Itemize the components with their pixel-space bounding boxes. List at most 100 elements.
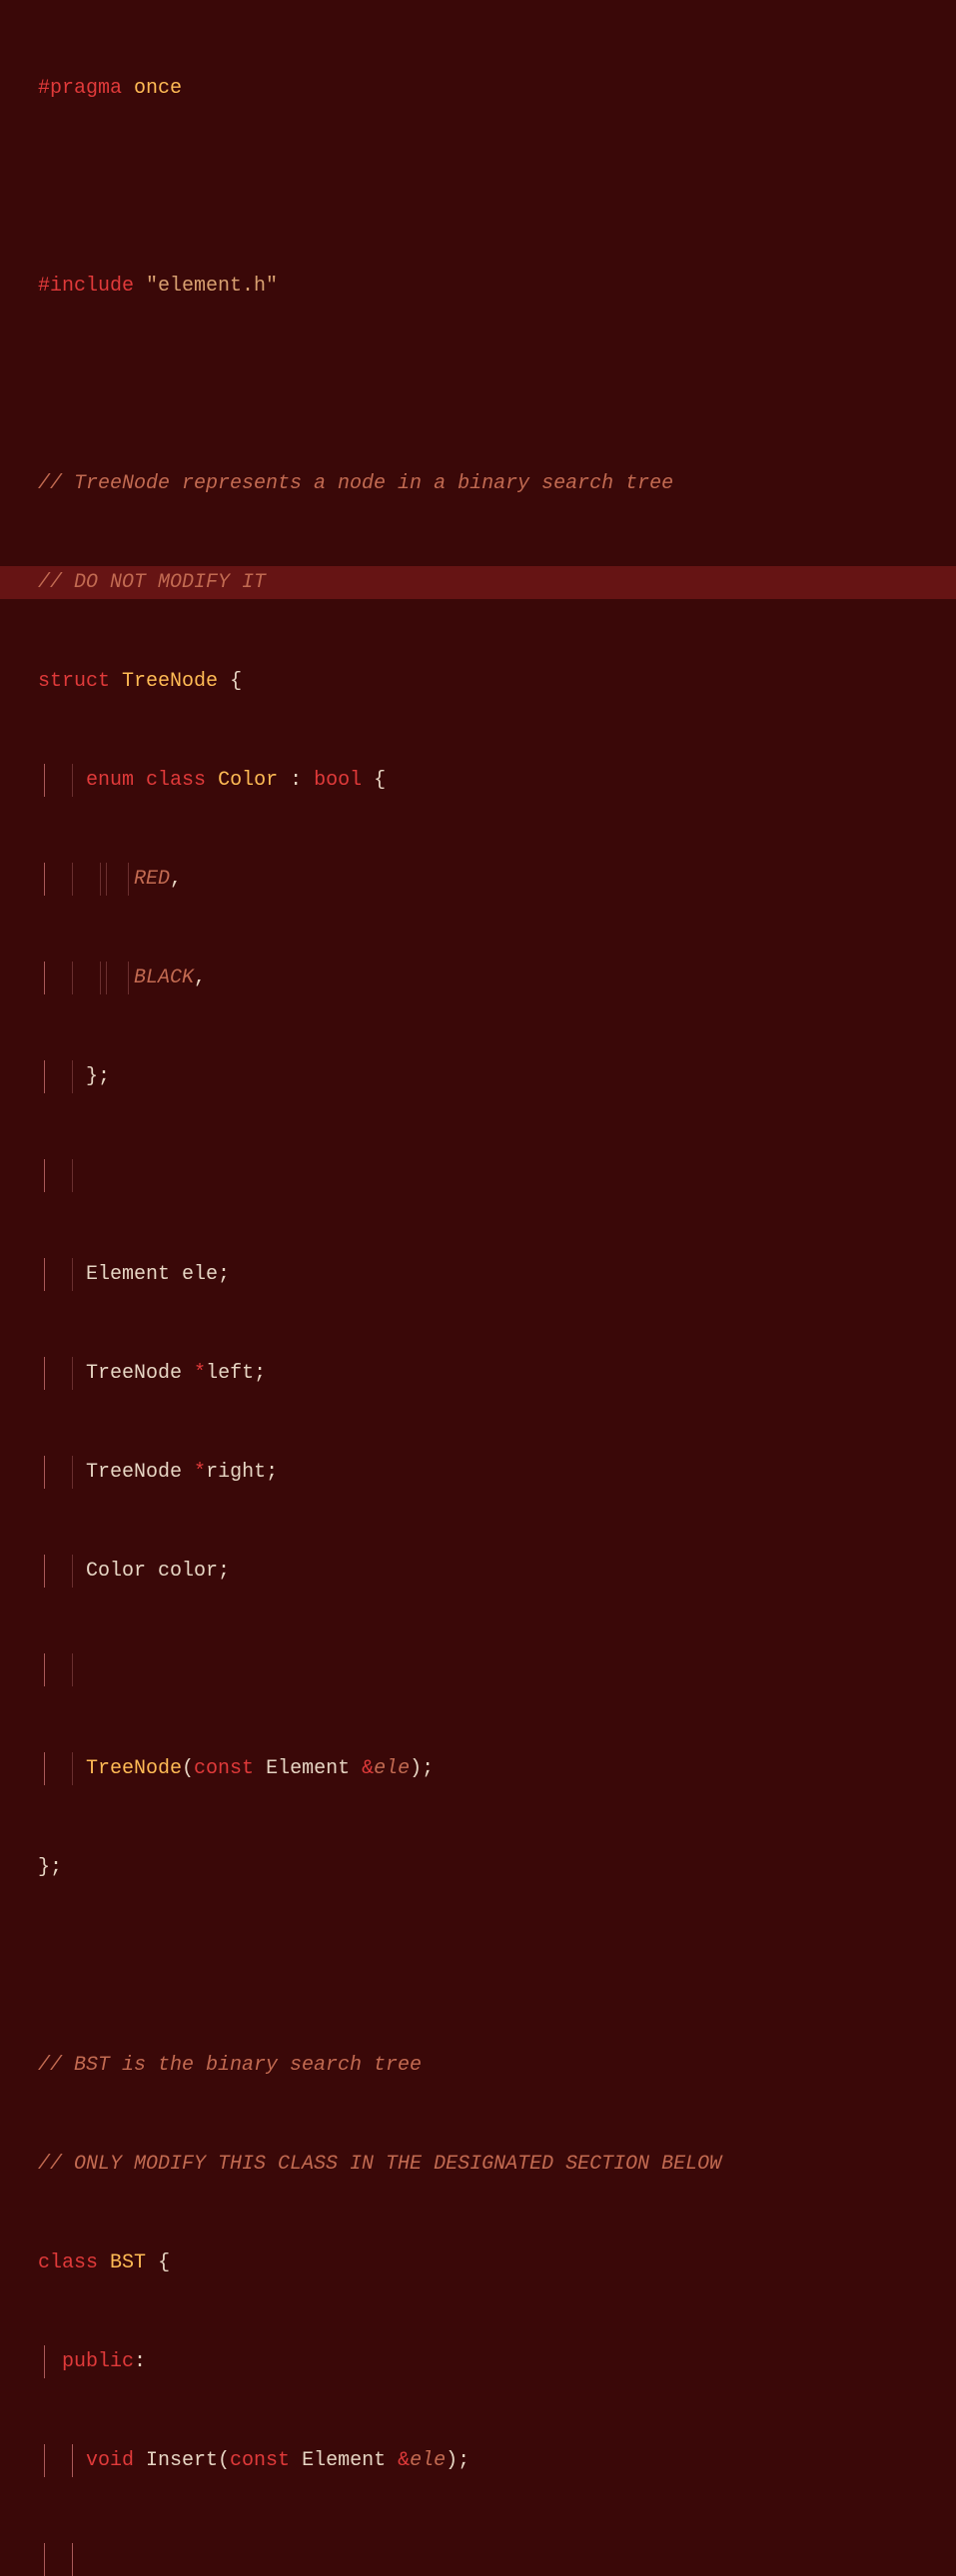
indent-guide <box>72 764 73 797</box>
indent-guide <box>44 764 45 797</box>
brace: { <box>230 670 242 693</box>
string-header: "element.h" <box>146 275 278 298</box>
code-line: BLACK, <box>0 962 956 994</box>
code-line: TreeNode *right; <box>0 1456 956 1489</box>
code-line: Color color; <box>0 1555 956 1588</box>
pointer-star: * <box>194 1461 206 1484</box>
param-name: ele <box>374 1757 410 1780</box>
indent-guide <box>72 1060 73 1093</box>
code-line: void Insert(const Element &ele); <box>0 2444 956 2477</box>
indent-guide <box>44 1653 45 1686</box>
indent-guide <box>72 1752 73 1785</box>
indent-guide <box>72 1456 73 1489</box>
code-line-blank <box>0 1159 956 1192</box>
code-line-blank <box>0 368 956 401</box>
indent-guide <box>44 1060 45 1093</box>
constructor-name: TreeNode <box>86 1757 182 1780</box>
keyword-enum: enum <box>86 769 134 792</box>
comment: // TreeNode represents a node in a binar… <box>38 472 673 495</box>
keyword-include: #include <box>38 275 134 298</box>
ampersand: & <box>398 2449 410 2472</box>
indent-guide <box>44 1258 45 1291</box>
indent-guide <box>44 1456 45 1489</box>
keyword-public: public <box>62 2350 134 2373</box>
indent-guide <box>128 962 129 994</box>
keyword-class: class <box>146 769 206 792</box>
declaration: Element ele; <box>86 1263 230 1286</box>
enum-value: BLACK <box>134 966 194 989</box>
keyword-bool: bool <box>314 769 362 792</box>
comma: , <box>194 966 206 989</box>
code-line-blank <box>0 1950 956 1983</box>
code-line: // ONLY MODIFY THIS CLASS IN THE DESIGNA… <box>0 2148 956 2181</box>
ident: left; <box>206 1362 266 1385</box>
code-line: RED, <box>0 863 956 896</box>
indent-guide <box>44 863 45 896</box>
code-line: Element ele; <box>0 1258 956 1291</box>
comma: , <box>170 868 182 891</box>
code-line-highlighted: // DO NOT MODIFY IT <box>0 566 956 599</box>
keyword-const: const <box>230 2449 290 2472</box>
paren: ( <box>182 1757 194 1780</box>
enum-value: RED <box>134 868 170 891</box>
comment: // DO NOT MODIFY IT <box>38 571 266 594</box>
code-line: TreeNode(const Element &ele); <box>0 1752 956 1785</box>
indent-guide <box>72 1653 73 1686</box>
indent-guide <box>44 1357 45 1390</box>
brace-close: }; <box>38 1856 62 1879</box>
keyword-class: class <box>38 2252 98 2274</box>
type: TreeNode <box>86 1461 194 1484</box>
indent-guide <box>44 2543 45 2576</box>
indent-guide <box>72 1357 73 1390</box>
indent-guide <box>44 2345 45 2378</box>
type: TreeNode <box>86 1362 194 1385</box>
type-name: TreeNode <box>122 670 218 693</box>
indent-guide <box>72 2543 73 2576</box>
code-line: struct TreeNode { <box>0 665 956 698</box>
code-line: // TreeNode represents a node in a binar… <box>0 467 956 500</box>
keyword-const: const <box>194 1757 254 1780</box>
code-line: public: <box>0 2345 956 2378</box>
indent-guide <box>100 962 101 994</box>
func-name: Insert( <box>134 2449 230 2472</box>
indent-guide <box>128 863 129 896</box>
ident: right; <box>206 1461 278 1484</box>
paren-close: ); <box>446 2449 470 2472</box>
type-name: Color <box>218 769 278 792</box>
indent-guide <box>72 1555 73 1588</box>
code-line-blank <box>0 1653 956 1686</box>
indent-guide <box>44 1752 45 1785</box>
type: Element <box>254 1757 362 1780</box>
keyword-void: void <box>86 2449 134 2472</box>
paren-close: ); <box>410 1757 434 1780</box>
keyword-struct: struct <box>38 670 110 693</box>
brace: { <box>374 769 386 792</box>
param-name: ele <box>410 2449 446 2472</box>
indent-guide <box>100 863 101 896</box>
comment: // BST is the binary search tree <box>38 2054 422 2077</box>
code-line: }; <box>0 1060 956 1093</box>
code-line-blank <box>0 2543 956 2576</box>
code-line: class BST { <box>0 2247 956 2279</box>
comment: // ONLY MODIFY THIS CLASS IN THE DESIGNA… <box>38 2153 721 2176</box>
code-line: #pragma once <box>0 72 956 105</box>
type-name: BST <box>110 2252 146 2274</box>
type: Element <box>290 2449 398 2472</box>
indent-guide <box>72 863 73 896</box>
code-line: #include "element.h" <box>0 270 956 303</box>
indent-guide <box>106 962 107 994</box>
indent-guide <box>44 1555 45 1588</box>
code-line-blank <box>0 171 956 204</box>
indent-guide <box>44 1159 45 1192</box>
brace: { <box>158 2252 170 2274</box>
colon: : <box>290 769 302 792</box>
indent-guide <box>106 863 107 896</box>
code-line: // BST is the binary search tree <box>0 2049 956 2082</box>
keyword-pragma: #pragma <box>38 77 122 100</box>
pointer-star: * <box>194 1362 206 1385</box>
ampersand: & <box>362 1757 374 1780</box>
code-line: }; <box>0 1851 956 1884</box>
brace-close: }; <box>86 1065 110 1088</box>
code-line: enum class Color : bool { <box>0 764 956 797</box>
indent-guide <box>72 2444 73 2477</box>
